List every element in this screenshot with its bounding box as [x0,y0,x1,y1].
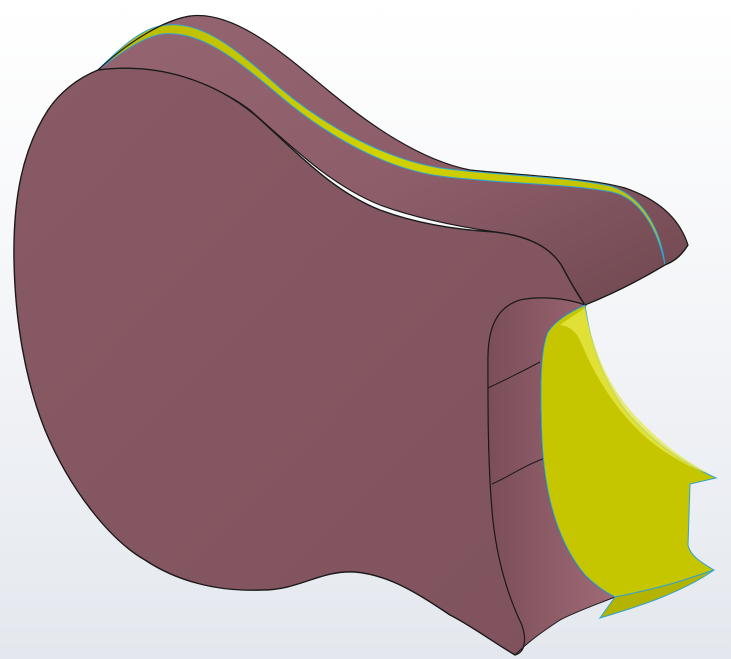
guitar-body-model[interactable] [0,0,731,659]
cad-graphics-viewport[interactable] [0,0,731,659]
